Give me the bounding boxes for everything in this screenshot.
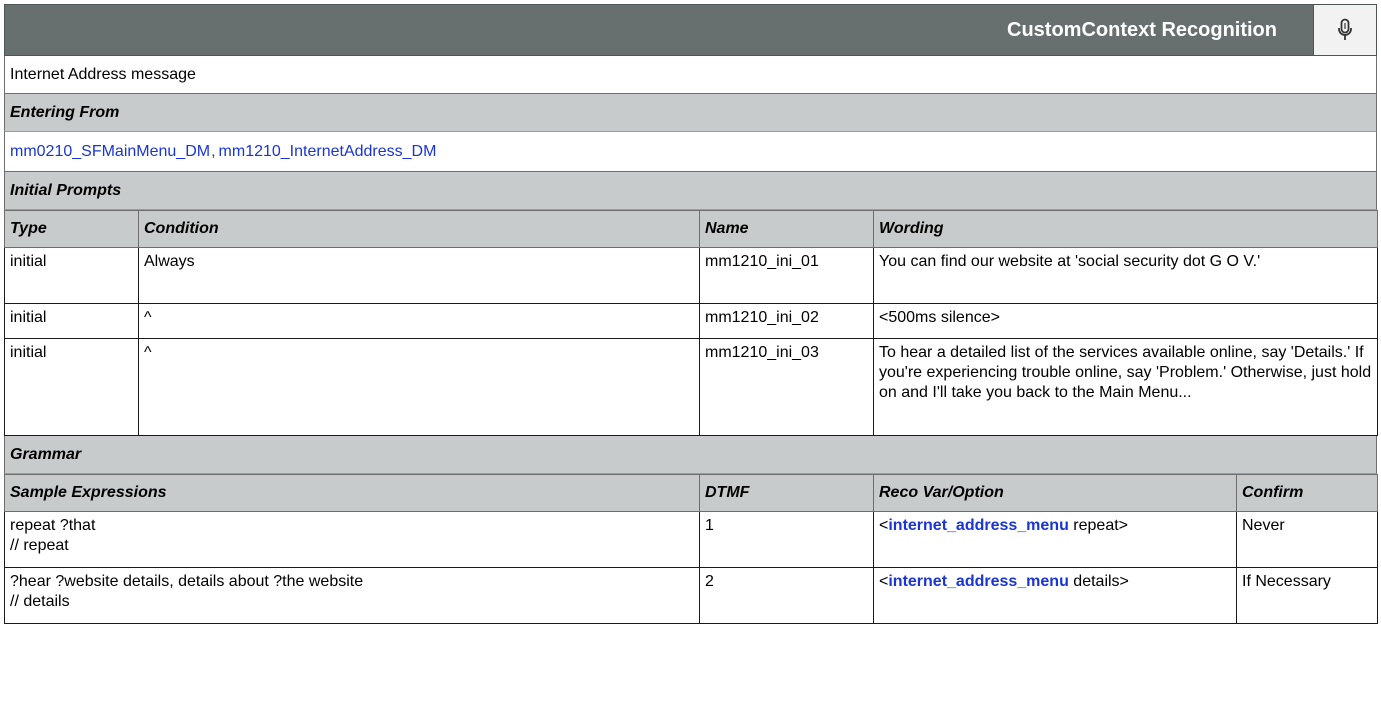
table-row: repeat ?that // repeat 1 <internet_addre… bbox=[4, 511, 1378, 568]
prompt-wording: <500ms silence> bbox=[873, 303, 1378, 339]
confirm-value: If Necessary bbox=[1236, 567, 1378, 624]
prompt-wording: You can find our website at 'social secu… bbox=[873, 247, 1378, 304]
prompt-type: initial bbox=[4, 303, 139, 339]
page-title: CustomContext Recognition bbox=[1007, 18, 1277, 41]
prompt-name: mm1210_ini_02 bbox=[699, 303, 874, 339]
column-header-type: Type bbox=[4, 210, 139, 248]
initial-prompts-table: Type Condition Name Wording initial Alwa… bbox=[4, 210, 1378, 436]
column-header-confirm: Confirm bbox=[1236, 474, 1378, 512]
column-header-sample-expressions: Sample Expressions bbox=[4, 474, 700, 512]
table-header-row: Sample Expressions DTMF Reco Var/Option … bbox=[4, 474, 1378, 512]
confirm-value: Never bbox=[1236, 511, 1378, 568]
grammar-heading: Grammar bbox=[4, 436, 1377, 474]
column-header-name: Name bbox=[699, 210, 874, 248]
entering-from-link-mm1210[interactable]: mm1210_InternetAddress_DM bbox=[219, 143, 437, 161]
prompt-type: initial bbox=[4, 247, 139, 304]
table-row: ?hear ?website details, details about ?t… bbox=[4, 567, 1378, 624]
column-header-condition: Condition bbox=[138, 210, 700, 248]
sample-expression: repeat ?that // repeat bbox=[4, 511, 700, 568]
link-separator: , bbox=[211, 142, 216, 160]
column-header-dtmf: DTMF bbox=[699, 474, 874, 512]
dtmf-value: 1 bbox=[699, 511, 874, 568]
entering-from-links: mm0210_SFMainMenu_DM, mm1210_InternetAdd… bbox=[4, 132, 1377, 172]
table-row: initial Always mm1210_ini_01 You can fin… bbox=[4, 247, 1378, 304]
prompt-wording: To hear a detailed list of the services … bbox=[873, 338, 1378, 436]
dtmf-value: 2 bbox=[699, 567, 874, 624]
initial-prompts-heading: Initial Prompts bbox=[4, 172, 1377, 210]
microphone-icon bbox=[1313, 5, 1376, 55]
prompt-condition: ^ bbox=[138, 303, 700, 339]
prompt-condition: Always bbox=[138, 247, 700, 304]
entering-from-heading: Entering From bbox=[4, 94, 1377, 132]
prompt-name: mm1210_ini_01 bbox=[699, 247, 874, 304]
prompt-condition: ^ bbox=[138, 338, 700, 436]
state-description: Internet Address message bbox=[4, 56, 1377, 94]
title-bar: CustomContext Recognition bbox=[4, 4, 1377, 56]
entering-from-link-mm0210[interactable]: mm0210_SFMainMenu_DM bbox=[10, 143, 210, 161]
reco-var-link[interactable]: internet_address_menu bbox=[888, 517, 1069, 534]
dialog-state-page: CustomContext Recognition Internet Addre… bbox=[4, 4, 1378, 624]
table-row: initial ^ mm1210_ini_03 To hear a detail… bbox=[4, 338, 1378, 436]
description-text: Internet Address message bbox=[10, 65, 196, 83]
reco-var-link[interactable]: internet_address_menu bbox=[888, 573, 1069, 590]
prompt-type: initial bbox=[4, 338, 139, 436]
reco-var-option: <internet_address_menu details> bbox=[873, 567, 1237, 624]
table-row: initial ^ mm1210_ini_02 <500ms silence> bbox=[4, 303, 1378, 339]
reco-var-option: <internet_address_menu repeat> bbox=[873, 511, 1237, 568]
grammar-table: Sample Expressions DTMF Reco Var/Option … bbox=[4, 474, 1378, 624]
sample-expression: ?hear ?website details, details about ?t… bbox=[4, 567, 700, 624]
table-header-row: Type Condition Name Wording bbox=[4, 210, 1378, 248]
prompt-name: mm1210_ini_03 bbox=[699, 338, 874, 436]
column-header-reco-var: Reco Var/Option bbox=[873, 474, 1237, 512]
column-header-wording: Wording bbox=[873, 210, 1378, 248]
